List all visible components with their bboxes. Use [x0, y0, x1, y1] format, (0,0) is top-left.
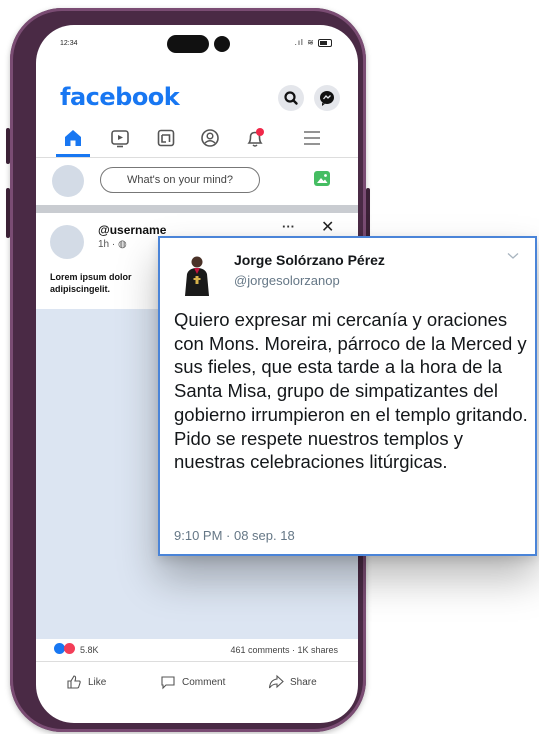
tab-menu[interactable]	[296, 125, 328, 151]
avatar[interactable]	[50, 225, 84, 259]
thumbs-up-icon	[67, 675, 81, 689]
post-time-text: 1h	[98, 239, 110, 250]
reactions-count[interactable]: 5.8K	[80, 645, 99, 655]
messenger-icon	[320, 91, 334, 106]
feed-separator	[36, 205, 358, 213]
status-bar: 12:34 .ıl ≋	[36, 25, 358, 65]
tweet-text: Quiero expresar mi cercanía y oraciones …	[174, 309, 528, 473]
tweet-author-handle[interactable]: @jorgesolorzanop	[234, 273, 340, 288]
comment-button[interactable]: Comment	[160, 674, 225, 690]
notifications-icon	[247, 128, 264, 147]
tab-notifications[interactable]	[239, 125, 271, 151]
wifi-icon: ≋	[307, 38, 315, 47]
profile-icon	[201, 129, 219, 147]
status-icons: .ıl ≋	[295, 38, 332, 47]
tweet-card: Jorge Solórzano Pérez @jorgesolorzanop Q…	[158, 236, 537, 556]
share-icon	[268, 674, 284, 689]
post-composer: What's on your mind?	[36, 159, 358, 203]
search-button[interactable]	[278, 85, 304, 111]
avatar	[52, 165, 84, 197]
share-label: Share	[290, 676, 317, 688]
signal-icon: .ıl	[294, 38, 304, 47]
tweet-timestamp[interactable]: 9:10 PM · 08 sep. 18	[174, 528, 295, 543]
photo-icon	[317, 174, 328, 183]
phone-side-button	[6, 188, 10, 238]
video-icon	[111, 130, 129, 148]
whats-on-your-mind-input[interactable]: What's on your mind?	[100, 167, 260, 193]
facebook-logo: facebook	[60, 83, 180, 111]
globe-icon: ◍	[118, 239, 127, 250]
front-camera	[214, 36, 230, 52]
comment-label: Comment	[182, 676, 226, 688]
menu-icon	[304, 131, 320, 145]
chevron-down-icon[interactable]	[507, 252, 519, 260]
love-reaction-icon	[64, 643, 75, 654]
photo-upload-button[interactable]	[314, 171, 330, 186]
close-icon[interactable]: ✕	[321, 217, 334, 237]
phone-side-button	[6, 128, 10, 164]
home-icon	[65, 130, 81, 146]
divider	[36, 157, 358, 158]
dynamic-island	[167, 35, 209, 53]
post-actions: Like Comment Share	[36, 662, 358, 706]
tab-profile[interactable]	[194, 125, 226, 151]
post-username[interactable]: @username	[98, 223, 166, 237]
tweet-author-name[interactable]: Jorge Solórzano Pérez	[234, 252, 385, 268]
comments-shares-count[interactable]: 461 comments · 1K shares	[230, 645, 338, 655]
comment-icon	[161, 676, 175, 690]
messenger-button[interactable]	[314, 85, 340, 111]
tab-marketplace[interactable]	[150, 125, 182, 151]
facebook-header: facebook	[36, 77, 358, 117]
like-button[interactable]: Like	[66, 674, 106, 690]
tab-home[interactable]	[57, 125, 89, 151]
share-button[interactable]: Share	[268, 674, 317, 690]
marketplace-icon	[157, 129, 175, 147]
more-options-icon[interactable]: ···	[282, 219, 295, 234]
post-time: 1h · ◍	[98, 239, 127, 250]
status-time: 12:34	[60, 40, 78, 47]
tweet-avatar[interactable]	[175, 252, 219, 296]
like-label: Like	[88, 676, 107, 688]
battery-icon	[318, 38, 332, 47]
post-stats: 5.8K 461 comments · 1K shares	[36, 639, 358, 662]
facebook-nav	[36, 119, 358, 159]
search-icon	[284, 91, 298, 105]
tab-video[interactable]	[104, 125, 136, 151]
